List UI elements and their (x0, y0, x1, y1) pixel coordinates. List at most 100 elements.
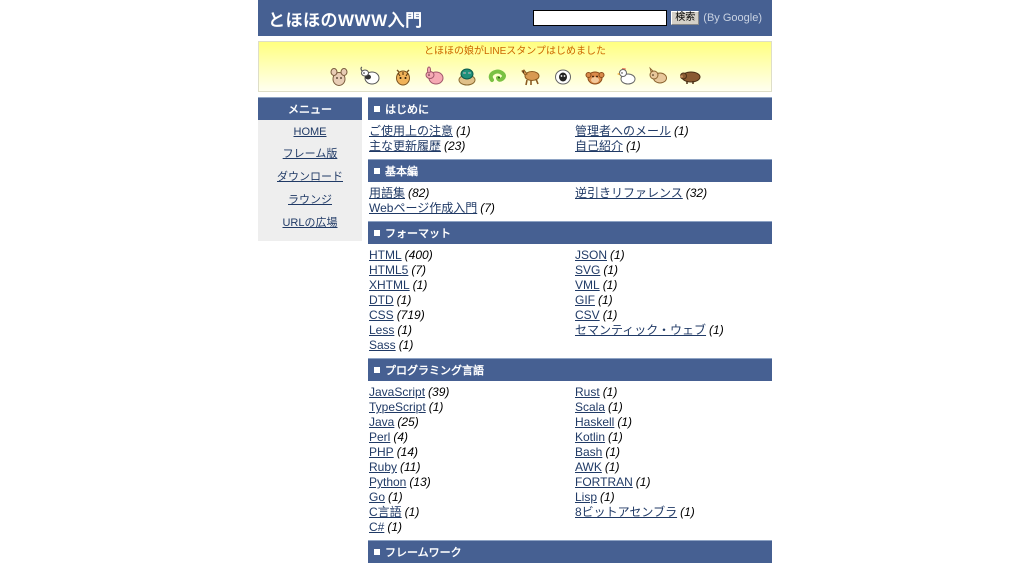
entry-count: (1) (709, 323, 724, 337)
content-link[interactable]: DTD (369, 293, 394, 307)
list-item: 自己紹介 (1) (575, 139, 772, 154)
content-link[interactable]: Less (369, 323, 394, 337)
section-column-left: ご使用上の注意 (1) 主な更新履歴 (23) (368, 124, 570, 154)
entry-count: (82) (408, 186, 430, 200)
sticker-rooster[interactable] (615, 64, 639, 88)
section-body: 用語集 (82) Webページ作成入門 (7) 逆引きリファレンス (32) (368, 182, 772, 221)
main-content: はじめに ご使用上の注意 (1) 主な更新履歴 (23) 管理者へのメール (1) 自己紹介(… (368, 97, 772, 563)
content-link[interactable]: Haskell (575, 415, 614, 429)
list-item: PHP (14) (369, 445, 570, 460)
sticker-row (259, 60, 771, 88)
content-link[interactable]: PHP (369, 445, 394, 459)
sticker-snake[interactable] (487, 64, 511, 88)
content-link[interactable]: HTML (369, 248, 402, 262)
content-link[interactable]: TypeScript (369, 400, 426, 414)
entry-count: (1) (397, 323, 413, 337)
square-bullet-icon (374, 367, 380, 374)
content-link[interactable]: FORTRAN (575, 475, 633, 489)
entry-count: (7) (480, 201, 495, 215)
section-column-right: JSON (1) SVG (1) VML (1) GIF (1) CSV (1) セマンティック・ウ… (570, 248, 772, 353)
list-item: Go (1) (369, 490, 570, 505)
content-link[interactable]: Java (369, 415, 394, 429)
entry-count: (25) (397, 415, 419, 429)
content-link[interactable]: CSS (369, 308, 394, 322)
sticker-horse[interactable] (519, 64, 543, 88)
content-link[interactable]: Bash (575, 445, 602, 459)
entry-count: (1) (412, 278, 428, 292)
sticker-boar[interactable] (679, 64, 703, 88)
content-link[interactable]: Rust (575, 385, 600, 399)
section-header: はじめに (368, 97, 772, 120)
content-link[interactable]: 8ビットアセンブラ (575, 505, 677, 519)
entry-count: (1) (388, 490, 403, 504)
content-link[interactable]: C言語 (369, 505, 402, 519)
sticker-tiger[interactable] (391, 64, 415, 88)
list-item: Kotlin (1) (575, 430, 772, 445)
list-item: XHTML (1) (369, 278, 570, 293)
list-item: HTML (400) (369, 248, 570, 263)
content-link[interactable]: Scala (575, 400, 605, 414)
entry-count: (1) (602, 385, 618, 399)
content-link[interactable]: C# (369, 520, 384, 534)
content-link[interactable]: 主な更新履歴 (369, 139, 441, 153)
content-link[interactable]: Python (369, 475, 406, 489)
content-link[interactable]: SVG (575, 263, 600, 277)
section-column-right: Rust (1) Scala (1) Haskell (1) Kotlin (1) Bash (1… (570, 385, 772, 535)
sticker-ox[interactable] (359, 64, 383, 88)
content-link[interactable]: VML (575, 278, 600, 292)
content-link[interactable]: 逆引きリファレンス (575, 186, 683, 200)
entry-count: (1) (398, 338, 414, 352)
search-input[interactable] (533, 10, 668, 26)
content-link[interactable]: Lisp (575, 490, 597, 504)
content-link[interactable]: Kotlin (575, 430, 605, 444)
entry-count: (23) (444, 139, 466, 153)
list-item: 8ビットアセンブラ (1) (575, 505, 772, 520)
content-link[interactable]: HTML5 (369, 263, 408, 277)
content-link[interactable]: AWK (575, 460, 602, 474)
list-item: 管理者へのメール (1) (575, 124, 772, 139)
content-link[interactable]: ご使用上の注意 (369, 124, 453, 138)
sidebar-item-download[interactable]: ダウンロード (258, 164, 362, 187)
sidebar-item-frame[interactable]: フレーム版 (258, 141, 362, 164)
list-item: VML (1) (575, 278, 772, 293)
sidebar-item-lounge[interactable]: ラウンジ (258, 187, 362, 210)
content-link[interactable]: CSV (575, 308, 600, 322)
sticker-dragon[interactable] (455, 64, 479, 88)
square-bullet-icon (374, 549, 380, 556)
search-button[interactable]: 検索 (671, 11, 700, 25)
sidebar-item-label: フレーム版 (282, 148, 338, 160)
content-link[interactable]: 自己紹介 (575, 139, 623, 153)
section-header: フォーマット (368, 221, 772, 244)
content-link[interactable]: Sass (369, 338, 396, 352)
list-item: Haskell (1) (575, 415, 772, 430)
list-item: 用語集 (82) (369, 186, 570, 201)
content-link[interactable]: 管理者へのメール (575, 124, 671, 138)
entry-count: (1) (608, 400, 623, 414)
content-link[interactable]: Perl (369, 430, 390, 444)
sticker-dog[interactable] (647, 64, 671, 88)
sidebar-item-home[interactable]: HOME (258, 120, 362, 141)
content-link[interactable]: Go (369, 490, 385, 504)
sticker-monkey[interactable] (583, 64, 607, 88)
entry-count: (1) (602, 308, 618, 322)
content-link[interactable]: JavaScript (369, 385, 425, 399)
sticker-sheep[interactable] (551, 64, 575, 88)
content-link[interactable]: Webページ作成入門 (369, 201, 477, 215)
sidebar-item-url-plaza[interactable]: URLの広場 (258, 210, 362, 233)
entry-count: (719) (396, 308, 425, 322)
sticker-rat[interactable] (327, 64, 351, 88)
content-link[interactable]: 用語集 (369, 186, 405, 200)
content-link[interactable]: XHTML (369, 278, 410, 292)
section-body: JavaScript (39) TypeScript (1) Java (25) Perl(… (368, 381, 772, 540)
content-link[interactable]: JSON (575, 248, 607, 262)
entry-count: (7) (411, 263, 427, 277)
content-link[interactable]: GIF (575, 293, 595, 307)
sidebar: メニュー HOME フレーム版 ダウンロード ラウンジ URLの広場 (258, 97, 362, 241)
list-item: Sass (1) (369, 338, 570, 353)
content-link[interactable]: セマンティック・ウェブ (575, 323, 706, 337)
entry-count: (1) (680, 505, 695, 519)
sticker-rabbit[interactable] (423, 64, 447, 88)
section-column-left: 用語集 (82) Webページ作成入門 (7) (368, 186, 570, 216)
line-sticker-banner[interactable]: とほほの娘がLINEスタンプはじめました (258, 41, 772, 92)
content-link[interactable]: Ruby (369, 460, 397, 474)
